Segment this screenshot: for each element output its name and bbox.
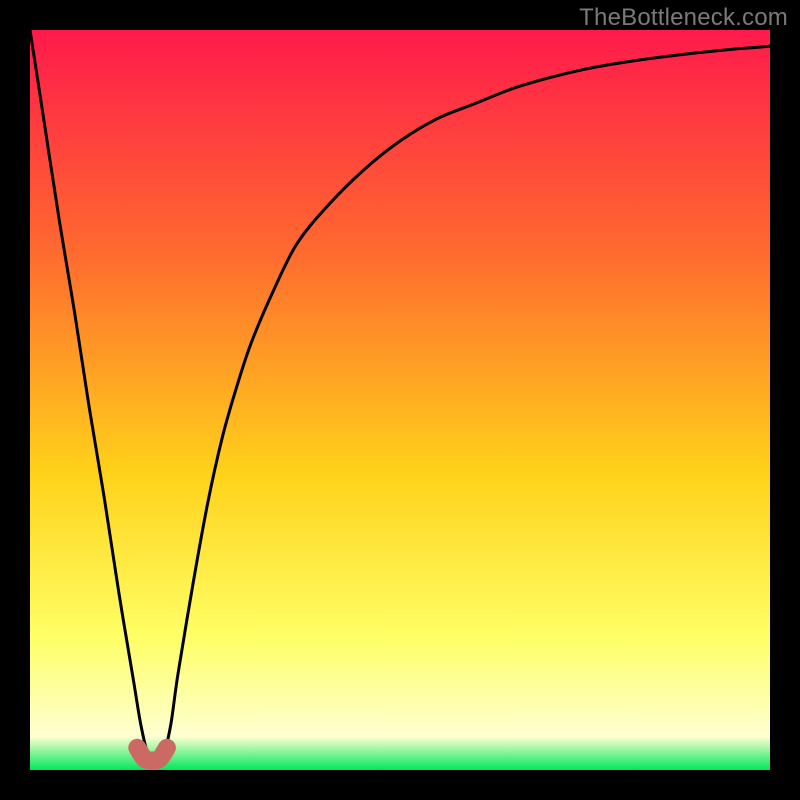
watermark-text: TheBottleneck.com [579, 4, 788, 32]
chart-plot [30, 30, 770, 770]
chart-frame: TheBottleneck.com [0, 0, 800, 800]
